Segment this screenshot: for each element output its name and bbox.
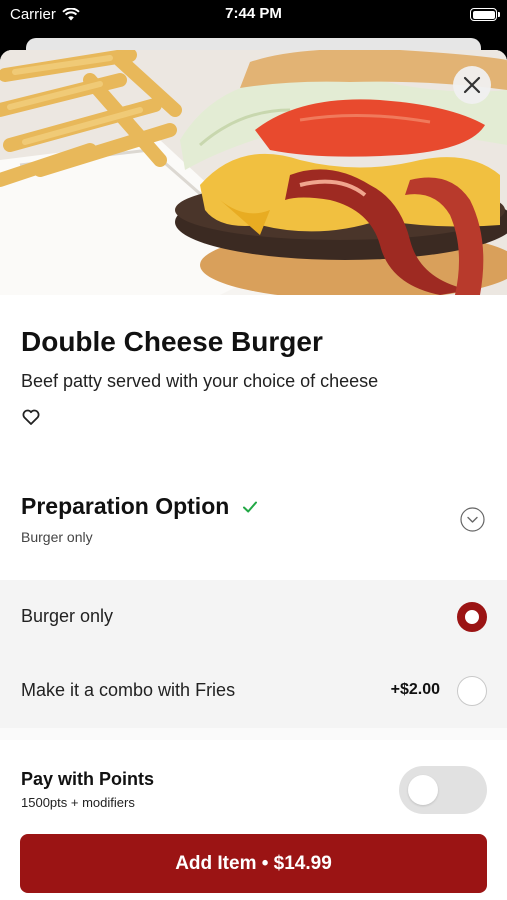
close-icon (463, 76, 481, 94)
option-label: Make it a combo with Fries (21, 680, 236, 700)
check-icon (243, 501, 258, 512)
preparation-summary: Burger only (21, 529, 93, 545)
option-combo-fries[interactable]: Make it a combo with Fries +$2.00 (0, 654, 507, 728)
section-divider (0, 728, 507, 740)
points-title: Pay with Points (21, 769, 155, 789)
status-time: 7:44 PM (225, 5, 282, 22)
radio-unselected[interactable] (457, 676, 487, 706)
points-subtitle: 1500pts + modifiers (21, 795, 135, 810)
battery-icon (470, 8, 500, 21)
chevron-down-icon[interactable] (460, 507, 485, 532)
preparation-title: Preparation Option (21, 493, 230, 519)
item-detail-sheet: Double Cheese Burger Beef patty served w… (0, 50, 507, 900)
toggle-knob (408, 775, 438, 805)
radio-selected[interactable] (457, 602, 487, 632)
burger-illustration (0, 50, 507, 295)
item-description: Beef patty served with your choice of ch… (21, 371, 379, 391)
points-toggle[interactable] (399, 766, 487, 814)
item-title: Double Cheese Burger (21, 326, 323, 357)
heart-icon[interactable] (21, 407, 41, 427)
option-price: +$2.00 (390, 681, 440, 698)
close-button[interactable] (453, 66, 491, 104)
option-burger-only[interactable]: Burger only (0, 580, 507, 654)
item-photo (0, 50, 507, 295)
status-bar: Carrier 7:44 PM (0, 0, 507, 30)
option-label: Burger only (21, 606, 114, 626)
add-item-button[interactable]: Add Item • $14.99 (20, 834, 487, 893)
preparation-section-header[interactable]: Preparation Option (21, 493, 259, 520)
preparation-options: Burger only Make it a combo with Fries +… (0, 580, 507, 728)
